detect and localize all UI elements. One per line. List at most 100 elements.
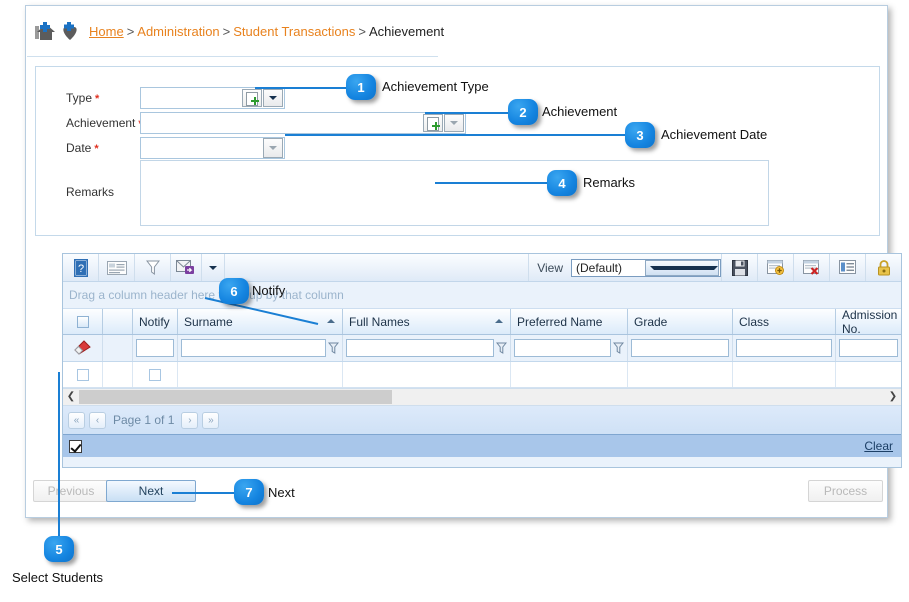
achievement-input-group[interactable]: [140, 112, 466, 134]
toolbar-spacer: [225, 254, 530, 281]
header-preferred-name[interactable]: Preferred Name: [511, 309, 628, 334]
help-button[interactable]: ?: [63, 254, 99, 281]
filter-admission-no[interactable]: [836, 335, 901, 361]
type-input-group[interactable]: [140, 87, 285, 109]
row-grade-cell[interactable]: [628, 362, 733, 387]
breadcrumb-home-link[interactable]: Home: [89, 24, 124, 39]
achievement-label: Achievement*: [66, 116, 143, 130]
scrollbar-track[interactable]: [79, 390, 885, 404]
achievement-add-button[interactable]: [423, 114, 443, 132]
row-preferred-name-cell[interactable]: [511, 362, 628, 387]
filter-surname[interactable]: [178, 335, 343, 361]
date-input[interactable]: [141, 138, 263, 158]
breadcrumb-current-achievement: Achievement: [368, 24, 445, 39]
header-admission-no[interactable]: Admission No.: [836, 308, 901, 336]
achievement-input[interactable]: [141, 113, 422, 133]
achievement-dropdown-button[interactable]: [444, 114, 464, 132]
export-dropdown-button[interactable]: [202, 254, 225, 281]
type-input[interactable]: [141, 88, 241, 108]
pager-first-button[interactable]: «: [68, 411, 85, 429]
row-class-cell[interactable]: [733, 362, 836, 387]
next-button[interactable]: Next: [106, 480, 196, 502]
filter-notify[interactable]: [133, 335, 178, 361]
row-full-names-cell[interactable]: [343, 362, 511, 387]
eraser-clear-filter-icon[interactable]: [73, 340, 93, 356]
home-icon[interactable]: [35, 21, 57, 42]
callout-leader-2: [425, 112, 518, 114]
header-select-all[interactable]: [63, 309, 103, 334]
clear-filter-cell[interactable]: [63, 335, 103, 361]
type-add-button[interactable]: [242, 89, 262, 107]
select-all-checkbox[interactable]: [76, 315, 89, 328]
add-view-icon: [767, 260, 784, 275]
breadcrumb-item-student-transactions[interactable]: Student Transactions: [233, 24, 355, 39]
callout-badge-7: 7: [234, 479, 264, 505]
filter-grade-input[interactable]: [631, 339, 729, 357]
group-by-panel[interactable]: Drag a column header here to group by th…: [63, 282, 901, 309]
row-spacer-cell: [103, 362, 133, 387]
breadcrumb: Home > Administration > Student Transactions…: [27, 7, 444, 57]
process-button[interactable]: Process: [808, 480, 883, 502]
filter-full-names[interactable]: [343, 335, 511, 361]
row-notify-cell[interactable]: [133, 362, 178, 387]
callout-badge-3: 3: [625, 122, 655, 148]
header-full-names[interactable]: Full Names: [343, 309, 511, 334]
filter-funnel-icon[interactable]: [328, 342, 339, 355]
type-dropdown-button[interactable]: [263, 89, 283, 107]
view-select[interactable]: (Default): [571, 258, 721, 277]
pager-prev-button[interactable]: ‹: [89, 411, 106, 429]
edit-view-button[interactable]: [829, 254, 865, 281]
export-button[interactable]: [171, 254, 202, 281]
scroll-left-arrow[interactable]: ❮: [63, 389, 79, 405]
remarks-textarea[interactable]: [140, 160, 769, 226]
favourite-heart-icon[interactable]: [59, 21, 81, 42]
filter-surname-input[interactable]: [181, 339, 326, 357]
filter-class-input[interactable]: [736, 339, 832, 357]
view-select-dropdown-icon[interactable]: [644, 259, 719, 276]
header-class[interactable]: Class: [733, 309, 836, 334]
add-view-button[interactable]: [757, 254, 793, 281]
table-row[interactable]: [63, 362, 901, 388]
students-grid-panel: ? View (Default) Drag a column header he…: [62, 253, 902, 468]
filter-preferred-name[interactable]: [511, 335, 628, 361]
header-grade[interactable]: Grade: [628, 309, 733, 334]
filter-grade[interactable]: [628, 335, 733, 361]
lock-button[interactable]: [865, 254, 901, 281]
row-select-cell[interactable]: [63, 362, 103, 387]
type-label: Type *: [66, 91, 100, 105]
scroll-right-arrow[interactable]: ❯: [885, 389, 901, 405]
clear-filter-link[interactable]: Clear: [864, 439, 893, 453]
date-input-group[interactable]: [140, 137, 285, 159]
scrollbar-thumb[interactable]: [79, 390, 392, 404]
save-view-button[interactable]: [721, 254, 757, 281]
date-picker-button[interactable]: [263, 138, 283, 158]
callout-badge-4: 4: [547, 170, 577, 196]
header-notify[interactable]: Notify: [133, 309, 178, 334]
breadcrumb-item-administration[interactable]: Administration: [137, 24, 219, 39]
filter-funnel-icon[interactable]: [613, 342, 624, 355]
filter-editor-button[interactable]: [135, 254, 171, 281]
filter-preferred-name-input[interactable]: [514, 339, 611, 357]
pager-last-button[interactable]: »: [202, 411, 220, 429]
pager-status: Page 1 of 1: [113, 413, 175, 427]
filter-class[interactable]: [733, 335, 836, 361]
filter-full-names-input[interactable]: [346, 339, 494, 357]
callout-label-5: Select Students: [12, 570, 104, 585]
grid-header-row: Notify Surname Full Names Preferred Name…: [63, 308, 901, 336]
horizontal-scrollbar[interactable]: ❮ ❯: [63, 388, 901, 406]
filter-enabled-checkbox[interactable]: [69, 439, 82, 453]
callout-label-4: Remarks: [583, 175, 636, 190]
row-select-checkbox[interactable]: [76, 368, 89, 381]
row-notify-checkbox[interactable]: [149, 368, 161, 381]
card-layout-button[interactable]: [99, 254, 135, 281]
filter-admission-no-input[interactable]: [839, 339, 898, 357]
pager-next-button[interactable]: ›: [181, 411, 199, 429]
filter-notify-input[interactable]: [136, 339, 174, 357]
row-admission-no-cell[interactable]: [836, 362, 901, 387]
delete-view-button[interactable]: [793, 254, 829, 281]
filter-funnel-icon[interactable]: [496, 342, 507, 355]
previous-button[interactable]: Previous: [33, 480, 109, 502]
row-surname-cell[interactable]: [178, 362, 343, 387]
callout-badge-6: 6: [219, 278, 249, 304]
header-surname[interactable]: Surname: [178, 309, 343, 334]
